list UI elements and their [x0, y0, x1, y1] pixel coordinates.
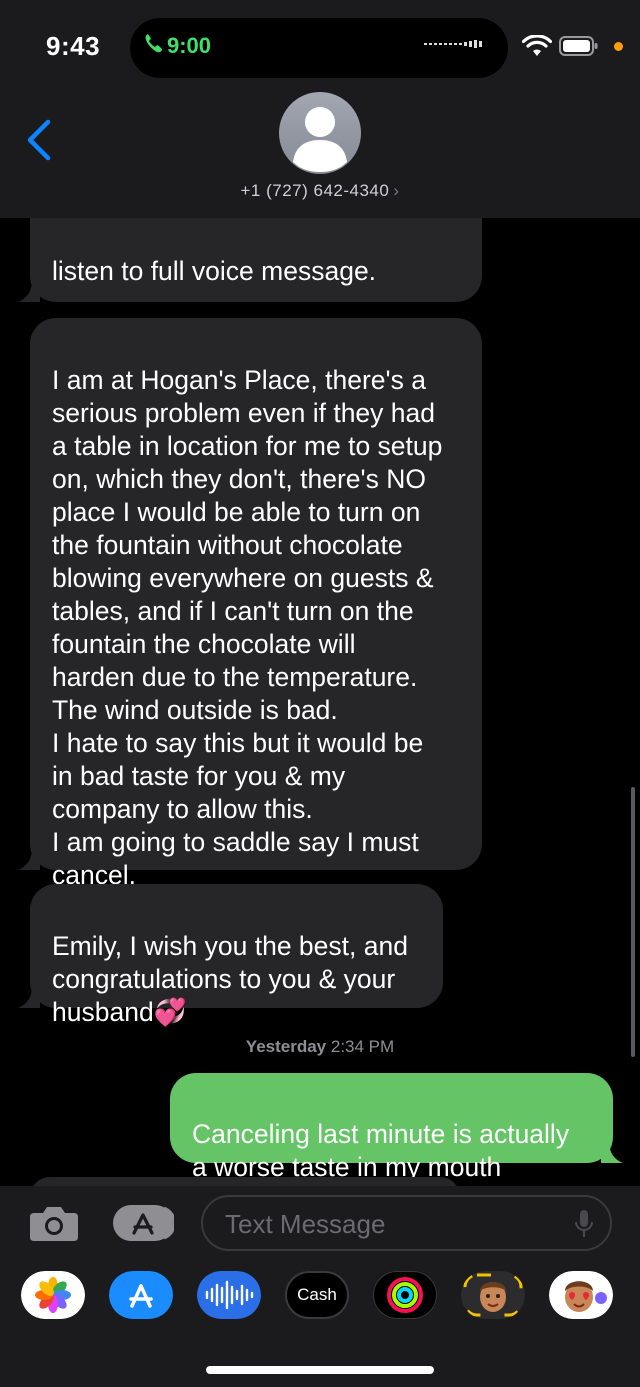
- bubble-tail: [18, 280, 40, 302]
- chevron-right-icon: ›: [393, 181, 400, 200]
- photos-icon[interactable]: [21, 1271, 85, 1319]
- message-input[interactable]: [201, 1195, 612, 1251]
- message-text: Emily, I wish you the best, and congratu…: [52, 931, 408, 1027]
- app-store-icon[interactable]: [112, 1204, 174, 1242]
- conversation-header: 9:43 9:00 +1 (727) 642-4340 ›: [0, 0, 640, 218]
- back-chevron-icon[interactable]: [24, 118, 54, 162]
- battery-icon: [559, 36, 598, 56]
- scrollbar[interactable]: [631, 787, 635, 1057]
- contact-avatar[interactable]: [279, 92, 361, 174]
- apple-cash-icon[interactable]: Cash: [285, 1271, 349, 1319]
- bubble-tail: [18, 848, 40, 870]
- audio-waveform-icon: [424, 40, 482, 48]
- message-timestamp: Yesterday 2:34 PM: [0, 1037, 640, 1057]
- call-duration: 9:00: [167, 33, 212, 58]
- message-text: listen to full voice message.: [52, 256, 377, 286]
- memoji-stickers-icon[interactable]: [549, 1271, 613, 1319]
- call-indicator[interactable]: 9:00: [145, 33, 211, 59]
- timestamp-day: Yesterday: [245, 1037, 327, 1056]
- memoji-icon[interactable]: [461, 1271, 525, 1319]
- phone-icon: [145, 34, 162, 53]
- message-bubble-incoming[interactable]: I am at Hogan's Place, there's a serious…: [30, 318, 482, 890]
- message-bubble-outgoing[interactable]: Canceling last minute is actually a wors…: [170, 1073, 613, 1182]
- camera-icon[interactable]: [28, 1205, 80, 1243]
- activity-icon[interactable]: [373, 1271, 437, 1319]
- privacy-indicator: [614, 42, 623, 51]
- message-bubble-incoming[interactable]: Emily, I wish you the best, and congratu…: [30, 884, 443, 1027]
- message-text: Canceling last minute is actually a wors…: [192, 1119, 570, 1182]
- person-icon: [293, 107, 347, 172]
- app-store-app-icon[interactable]: [109, 1271, 173, 1319]
- text-message-field[interactable]: [223, 1205, 567, 1243]
- timestamp-time: 2:34 PM: [330, 1037, 395, 1056]
- wifi-icon: [522, 35, 552, 56]
- contact-name[interactable]: +1 (727) 642-4340 ›: [0, 181, 640, 201]
- contact-phone-number: +1 (727) 642-4340: [240, 181, 390, 200]
- bubble-tail: [601, 1141, 623, 1163]
- status-time: 9:43: [46, 31, 101, 61]
- message-text: I am at Hogan's Place, there's a serious…: [52, 365, 443, 890]
- audio-message-icon[interactable]: [197, 1271, 261, 1319]
- apple-cash-label: Cash: [297, 1285, 337, 1304]
- home-indicator[interactable]: [206, 1366, 434, 1374]
- bubble-tail: [18, 986, 40, 1008]
- microphone-icon[interactable]: [574, 1209, 594, 1239]
